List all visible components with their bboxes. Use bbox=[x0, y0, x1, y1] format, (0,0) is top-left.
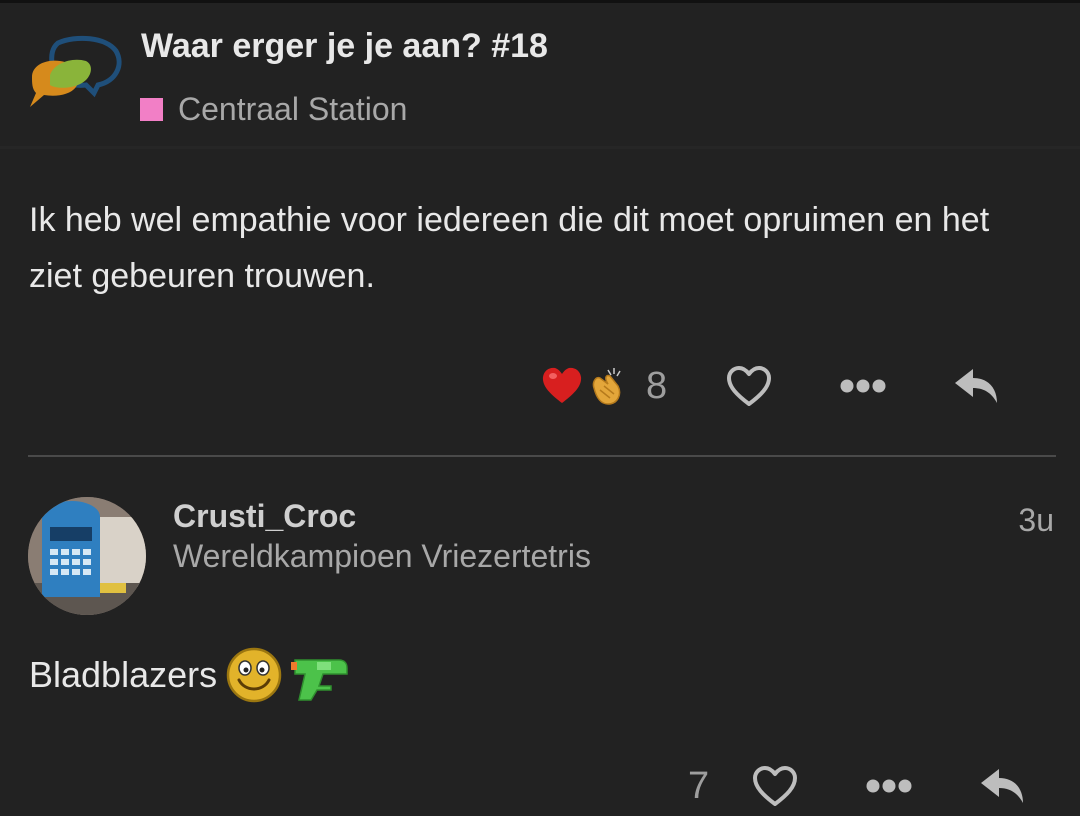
user-title: Wereldkampioen Vriezertetris bbox=[173, 538, 591, 574]
post-divider bbox=[28, 455, 1056, 457]
ellipsis-icon bbox=[866, 779, 912, 793]
reply-button[interactable] bbox=[977, 760, 1029, 812]
like-button[interactable] bbox=[723, 360, 775, 412]
avatar[interactable] bbox=[28, 497, 146, 615]
more-options-button[interactable] bbox=[863, 760, 915, 812]
topic-header: Waar erger je je aan? #18 Centraal Stati… bbox=[0, 3, 1080, 149]
post-text: Bladblazers bbox=[29, 654, 218, 695]
like-button[interactable] bbox=[749, 760, 801, 812]
reactions-summary[interactable] bbox=[540, 364, 628, 408]
reply-arrow-icon bbox=[955, 369, 998, 403]
site-logo[interactable] bbox=[24, 33, 124, 119]
category-color-square bbox=[140, 97, 163, 121]
post-timestamp[interactable]: 3u bbox=[1018, 502, 1054, 539]
water-pistol-emoji bbox=[291, 659, 348, 701]
reaction-count: 8 bbox=[646, 364, 668, 407]
heart-emoji bbox=[542, 367, 582, 403]
clapping-hands-emoji bbox=[592, 368, 621, 405]
heart-outline-icon bbox=[727, 366, 772, 406]
reply-arrow-icon bbox=[981, 769, 1024, 803]
like-count: 7 bbox=[688, 764, 710, 807]
category-badge[interactable]: Centraal Station bbox=[140, 89, 407, 129]
post-body: Bladblazers bbox=[29, 646, 349, 704]
topic-title[interactable]: Waar erger je je aan? #18 bbox=[141, 27, 548, 66]
smiley-emoji bbox=[226, 647, 282, 703]
post-actions: 8 bbox=[540, 356, 1003, 416]
post-actions: 7 bbox=[680, 756, 1029, 816]
more-options-button[interactable] bbox=[837, 360, 889, 412]
category-name: Centraal Station bbox=[178, 90, 408, 127]
post-body: Ik heb wel empathie voor iedereen die di… bbox=[29, 201, 990, 295]
username[interactable]: Crusti_Croc bbox=[173, 498, 356, 535]
heart-outline-icon bbox=[753, 766, 798, 806]
ellipsis-icon bbox=[840, 379, 886, 393]
reply-button[interactable] bbox=[951, 360, 1003, 412]
